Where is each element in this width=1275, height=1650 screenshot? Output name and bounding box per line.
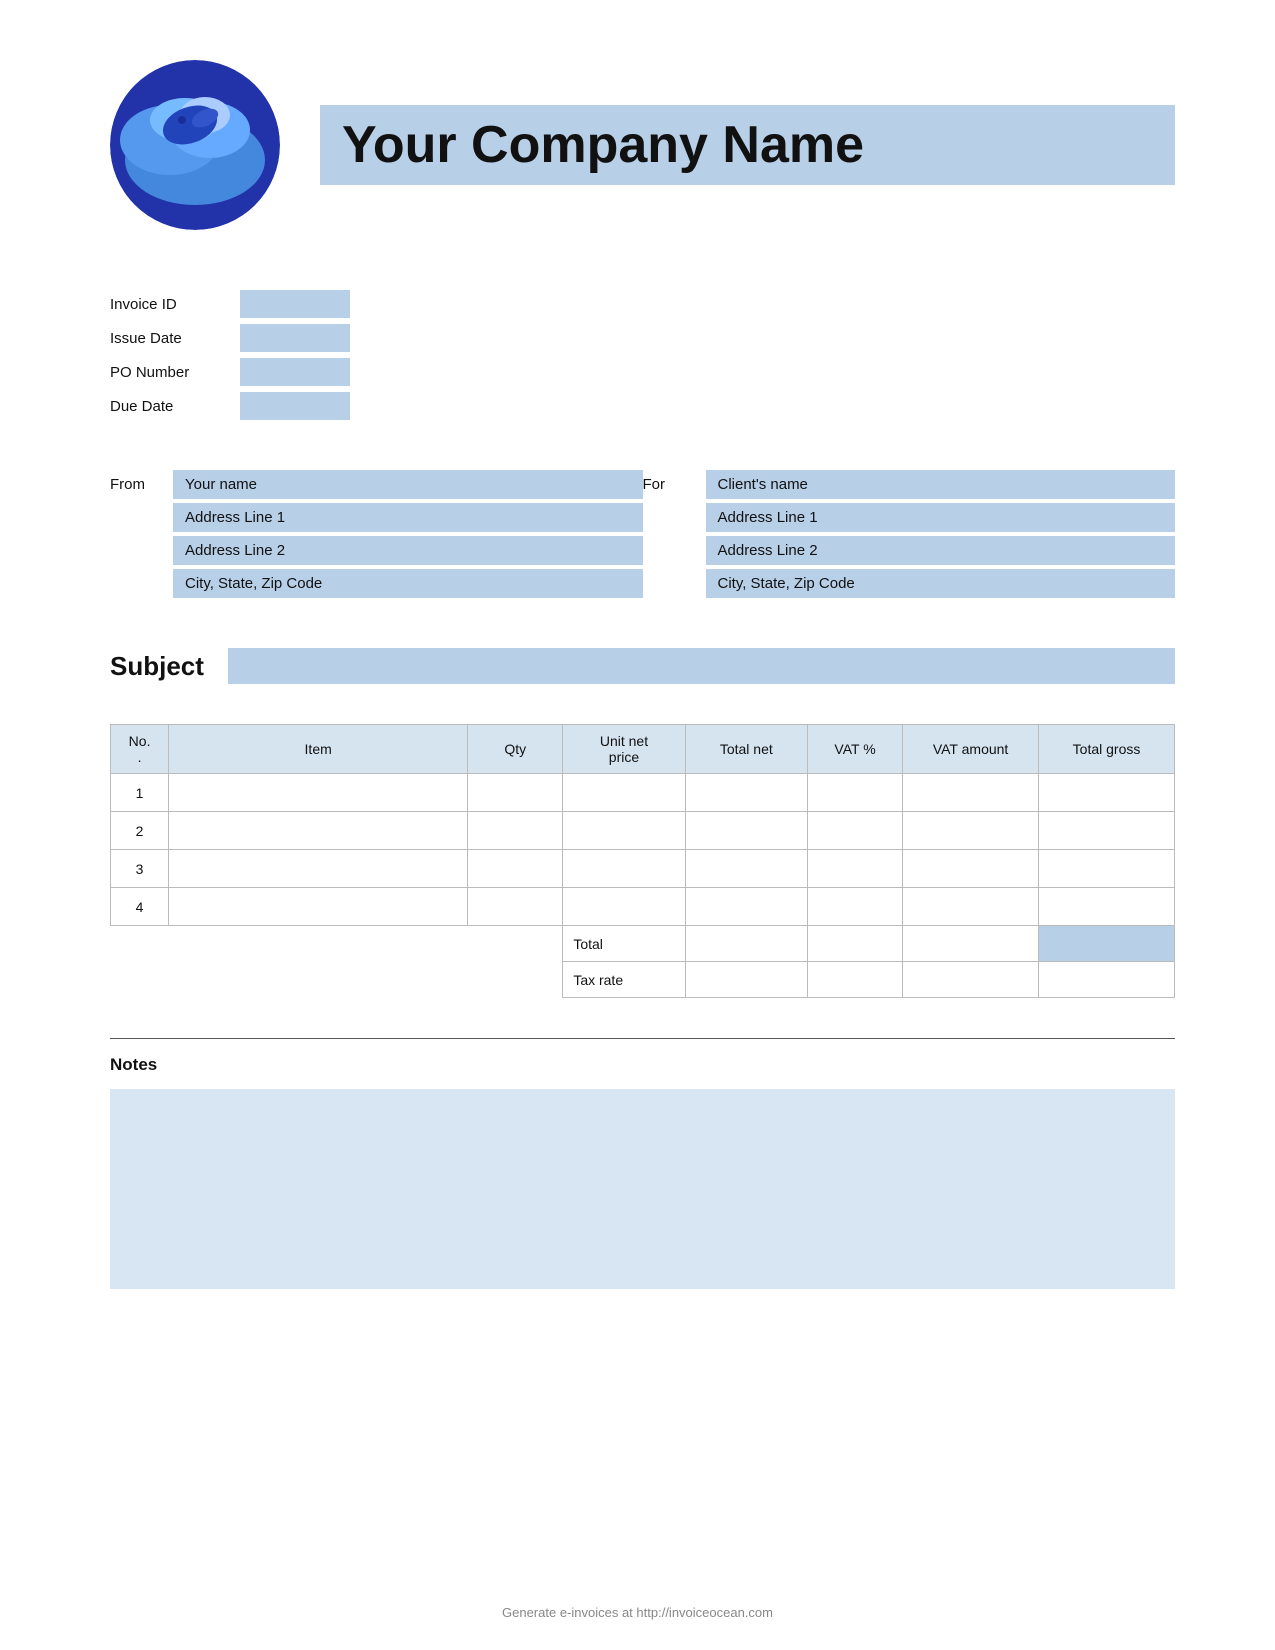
tax-rate-gross[interactable] [1039,962,1175,998]
tax-rate-vat-amount[interactable] [903,962,1039,998]
po-number-label: PO Number [110,364,240,381]
client-address1-field[interactable]: Address Line 1 [706,503,1176,532]
col-header-vat: VAT % [807,725,902,774]
due-date-label: Due Date [110,398,240,415]
row1-total-net[interactable] [685,774,807,812]
row4-total-net[interactable] [685,888,807,926]
row3-item[interactable] [169,850,468,888]
client-name-field[interactable]: Client's name [706,470,1176,499]
table-row: 3 [111,850,1175,888]
invoice-table: No.. Item Qty Unit netprice Total net VA… [110,724,1175,998]
from-address1-field[interactable]: Address Line 1 [173,503,643,532]
row4-vat-amount[interactable] [903,888,1039,926]
row1-vat-amount[interactable] [903,774,1039,812]
invoice-page: Your Company Name Invoice ID Issue Date … [0,0,1275,1650]
po-number-field[interactable] [240,358,350,386]
divider [110,1038,1175,1039]
subject-row: Subject [110,648,1175,684]
row4-qty[interactable] [468,888,563,926]
row4-total-gross[interactable] [1039,888,1175,926]
row1-unit-net[interactable] [563,774,685,812]
row2-total-gross[interactable] [1039,812,1175,850]
tax-rate-net[interactable] [685,962,807,998]
from-label: From [110,470,155,493]
issue-date-field[interactable] [240,324,350,352]
notes-field[interactable] [110,1089,1175,1289]
total-vat-amount-value[interactable] [903,926,1039,962]
subject-label: Subject [110,651,210,682]
col-header-total-gross: Total gross [1039,725,1175,774]
row3-vat-amount[interactable] [903,850,1039,888]
company-logo [110,60,280,230]
client-city-field[interactable]: City, State, Zip Code [706,569,1176,598]
footer: Generate e-invoices at http://invoiceoce… [0,1605,1275,1620]
row3-unit-net[interactable] [563,850,685,888]
from-city-field[interactable]: City, State, Zip Code [173,569,643,598]
total-net-value[interactable] [685,926,807,962]
for-label: For [643,470,688,493]
col-header-total-net: Total net [685,725,807,774]
total-label: Total [563,926,685,962]
subject-field[interactable] [228,648,1175,684]
row3-total-net[interactable] [685,850,807,888]
from-address2-field[interactable]: Address Line 2 [173,536,643,565]
row1-item[interactable] [169,774,468,812]
issue-date-label: Issue Date [110,330,240,347]
footer-text: Generate e-invoices at http://invoiceoce… [502,1605,773,1620]
total-vat-value[interactable] [807,926,902,962]
due-date-row: Due Date [110,392,1175,420]
row4-unit-net[interactable] [563,888,685,926]
row1-qty[interactable] [468,774,563,812]
row2-no[interactable]: 2 [111,812,169,850]
row2-item[interactable] [169,812,468,850]
notes-label: Notes [110,1055,1175,1075]
client-address2-field[interactable]: Address Line 2 [706,536,1176,565]
col-header-qty: Qty [468,725,563,774]
from-name-field[interactable]: Your name [173,470,643,499]
for-address-fields: Client's name Address Line 1 Address Lin… [706,470,1176,598]
row2-qty[interactable] [468,812,563,850]
col-header-item: Item [169,725,468,774]
tax-rate-vat[interactable] [807,962,902,998]
table-row: 4 [111,888,1175,926]
col-header-no: No.. [111,725,169,774]
issue-date-row: Issue Date [110,324,1175,352]
row4-vat[interactable] [807,888,902,926]
total-row: Total [111,926,1175,962]
row1-vat[interactable] [807,774,902,812]
from-address-fields: Your name Address Line 1 Address Line 2 … [173,470,643,598]
row2-unit-net[interactable] [563,812,685,850]
invoice-meta: Invoice ID Issue Date PO Number Due Date [110,290,1175,420]
due-date-field[interactable] [240,392,350,420]
row4-no[interactable]: 4 [111,888,169,926]
company-name[interactable]: Your Company Name [320,105,1175,185]
col-header-unit-net-price: Unit netprice [563,725,685,774]
row3-qty[interactable] [468,850,563,888]
col-header-vat-amount: VAT amount [903,725,1039,774]
row1-no[interactable]: 1 [111,774,169,812]
table-header-row: No.. Item Qty Unit netprice Total net VA… [111,725,1175,774]
po-number-row: PO Number [110,358,1175,386]
for-block: For Client's name Address Line 1 Address… [643,470,1176,598]
from-for-section: From Your name Address Line 1 Address Li… [110,470,1175,598]
row3-total-gross[interactable] [1039,850,1175,888]
table-row: 1 [111,774,1175,812]
row4-item[interactable] [169,888,468,926]
row2-total-net[interactable] [685,812,807,850]
row2-vat[interactable] [807,812,902,850]
total-gross-value[interactable] [1039,926,1175,962]
row3-vat[interactable] [807,850,902,888]
from-block: From Your name Address Line 1 Address Li… [110,470,643,598]
invoice-id-label: Invoice ID [110,296,240,313]
row3-no[interactable]: 3 [111,850,169,888]
tax-rate-row: Tax rate [111,962,1175,998]
row2-vat-amount[interactable] [903,812,1039,850]
table-row: 2 [111,812,1175,850]
invoice-id-field[interactable] [240,290,350,318]
header: Your Company Name [110,60,1175,230]
row1-total-gross[interactable] [1039,774,1175,812]
tax-rate-label: Tax rate [563,962,685,998]
invoice-id-row: Invoice ID [110,290,1175,318]
